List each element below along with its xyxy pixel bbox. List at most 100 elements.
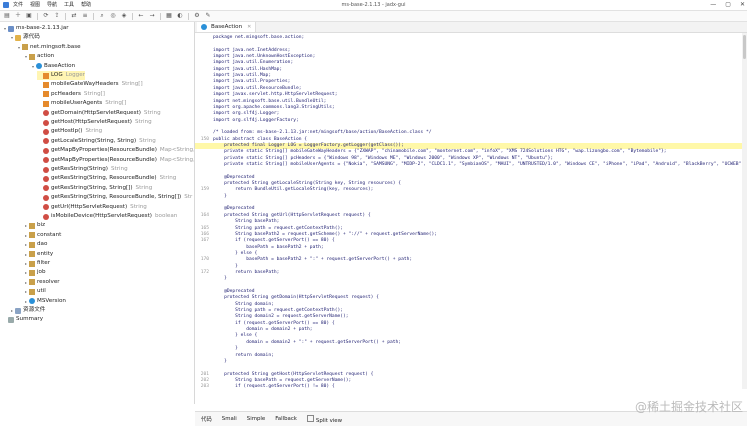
tree-label: BaseAction	[44, 62, 76, 69]
line-number: 203	[200, 384, 209, 389]
folder-icon	[15, 34, 21, 41]
fld-icon	[43, 100, 49, 107]
mode-tab-fallback[interactable]: Fallback	[275, 416, 297, 422]
toolbar-divider	[188, 12, 189, 20]
tree-method-getresstring-1[interactable]: getResString(String) String	[37, 165, 128, 174]
tree-label: resolver	[37, 278, 60, 285]
mth-icon	[43, 147, 49, 154]
tree-class-msversion[interactable]: ▸ MSVersion	[23, 297, 66, 306]
export-icon[interactable]: ⇪	[53, 12, 61, 20]
split-view-label: Split view	[315, 417, 343, 424]
mth-icon	[43, 138, 49, 145]
forward-icon[interactable]: →	[148, 12, 156, 20]
fld-icon	[43, 81, 49, 88]
tree-source-code[interactable]: ▾ 源代码	[9, 33, 40, 42]
tree-class-baseaction[interactable]: ▾ BaseAction	[30, 62, 75, 71]
minimize-icon[interactable]: —	[710, 0, 716, 10]
open-icon[interactable]: ▤	[3, 12, 11, 20]
pkg-icon	[29, 279, 35, 286]
close-icon[interactable]: ✕	[740, 0, 745, 10]
decompile-icon[interactable]: ◐	[176, 12, 184, 20]
find-usage-icon[interactable]: ◈	[120, 12, 128, 20]
tree-pkg-util[interactable]: ▸ util	[23, 287, 46, 296]
tree-label: dao	[37, 241, 48, 248]
tree-pkg-filter[interactable]: ▸ filter	[23, 259, 50, 268]
mode-tab-simple[interactable]: Simple	[247, 416, 265, 422]
tree-method-getdomain[interactable]: getDomain(HttpServletRequest) String	[37, 109, 161, 118]
toolbar: ▤ ＋ ▣ ⟳ ⇪ ⇄ ≡ ⌕ ◎ ◈ ← → ▦ ◐ ⚙ ✎	[0, 11, 747, 22]
tree-label: mobileGateWayHeaders	[51, 81, 119, 88]
tab-baseaction[interactable]: BaseAction ✕	[197, 22, 257, 32]
find-class-icon[interactable]: ◎	[109, 12, 117, 20]
code-text: if (request.getServerPort() != 80) {	[213, 384, 335, 389]
code-view[interactable]: package net.mingsoft.base.action; import …	[195, 33, 747, 389]
settings-icon[interactable]: ⚙	[193, 12, 201, 20]
back-icon[interactable]: ←	[137, 12, 145, 20]
tree-pkg-resolver[interactable]: ▸ resolver	[23, 278, 60, 287]
tree-pkg-entity[interactable]: ▸ entity	[23, 250, 53, 259]
tree-method-gethost[interactable]: getHost(HttpServletRequest) String	[37, 118, 152, 127]
tree-method-gethostip[interactable]: getHostIp() String	[37, 127, 102, 136]
tree-field-mobilegatewayheaders[interactable]: mobileGateWayHeaders String[]	[37, 80, 143, 89]
tree-pkg-biz[interactable]: ▸ biz	[23, 221, 45, 230]
log-icon[interactable]: ▦	[165, 12, 173, 20]
tree-type: Map<String, S	[159, 156, 195, 163]
save-icon[interactable]: ▣	[25, 12, 33, 20]
flatten-icon[interactable]: ≡	[81, 12, 89, 20]
tree-method-getresstring-4[interactable]: getResString(String, ResourceBundle, Str…	[37, 193, 192, 202]
res-icon	[15, 307, 21, 314]
editor-tab-bar: BaseAction ✕	[195, 22, 747, 33]
vertical-scrollbar[interactable]	[742, 33, 747, 389]
scrollbar-thumb[interactable]	[743, 35, 746, 59]
tree-label: getMapByProperties(ResourceBundle)	[51, 156, 157, 163]
tab-label: BaseAction	[211, 24, 243, 30]
sync-icon[interactable]: ⇄	[70, 12, 78, 20]
class-icon	[201, 24, 207, 30]
tree-method-getlocalestring[interactable]: getLocaleString(String, String) String	[37, 137, 156, 146]
split-view-toggle[interactable]: Split view	[306, 414, 343, 424]
search-icon[interactable]: ⌕	[98, 12, 106, 20]
tree-field-mobileuseragents[interactable]: mobileUserAgents String[]	[37, 99, 126, 108]
watermark: @稀土掘金技术社区	[634, 400, 743, 414]
reload-icon[interactable]: ⟳	[42, 12, 50, 20]
tree-label: Summary	[16, 316, 44, 323]
tree-label: getLocaleString(String, String)	[51, 137, 137, 144]
pkg-icon	[29, 269, 35, 276]
tree-pkg-action[interactable]: ▾ action	[23, 52, 54, 61]
tree-method-getresstring-2[interactable]: getResString(String, ResourceBundle) Stri…	[37, 174, 176, 183]
checkbox-icon	[306, 414, 314, 422]
tree-pkg-base[interactable]: ▾ net.mingsoft.base	[16, 43, 81, 52]
mode-tab-smali[interactable]: Smali	[222, 416, 237, 422]
tree-pkg-dao[interactable]: ▸ dao	[23, 240, 47, 249]
cls-icon	[29, 298, 35, 305]
tree-method-getresstring-3[interactable]: getResString(String, String[]) String	[37, 184, 152, 193]
tree-field-pcheaders[interactable]: pcHeaders String[]	[37, 90, 105, 99]
tree-type: String	[143, 109, 161, 116]
mth-icon	[43, 194, 49, 201]
tree-method-getmapbyproperties-2[interactable]: getMapByProperties(ResourceBundle) Map<St…	[37, 156, 195, 165]
title-bar: 文件 视图 导航 工具 帮助 ms-base-2.1.13 - jadx-gui…	[0, 0, 747, 11]
tree-type: String	[85, 128, 103, 135]
tree-pkg-job[interactable]: ▸ job	[23, 268, 46, 277]
add-icon[interactable]: ＋	[14, 12, 22, 20]
tree-label: getHostIp()	[51, 128, 83, 135]
cls-icon	[36, 63, 42, 70]
tree-label: filter	[37, 260, 51, 266]
tree-method-ismobiledevice[interactable]: isMobileDevice(HttpServletRequest) boolea…	[37, 212, 177, 221]
tab-close-icon[interactable]: ✕	[247, 22, 251, 32]
tree-root-jar[interactable]: ▾ ms-base-2.1.13.jar	[2, 24, 69, 33]
tree-label: action	[37, 53, 55, 60]
mth-icon	[43, 185, 49, 192]
tree-summary[interactable]: Summary	[2, 315, 43, 324]
tree-method-geturl[interactable]: getUrl(HttpServletRequest) String	[37, 203, 147, 212]
toolbar-divider	[132, 12, 133, 20]
maximize-icon[interactable]: ▢	[725, 0, 731, 10]
tree-method-getmapbyproperties-1[interactable]: getMapByProperties(ResourceBundle) Map<St…	[37, 146, 194, 155]
mode-tab-code[interactable]: 代码	[201, 415, 212, 423]
tree-label: 资源文件	[23, 307, 46, 313]
tree-label: getResString(String, ResourceBundle, Str…	[51, 194, 182, 201]
plugin-icon[interactable]: ✎	[204, 12, 212, 20]
tree-pkg-constant[interactable]: ▸ constant	[23, 231, 61, 240]
tree-field-log[interactable]: LOG Logger	[37, 71, 85, 80]
tree-resources[interactable]: ▸ 资源文件	[9, 306, 45, 315]
